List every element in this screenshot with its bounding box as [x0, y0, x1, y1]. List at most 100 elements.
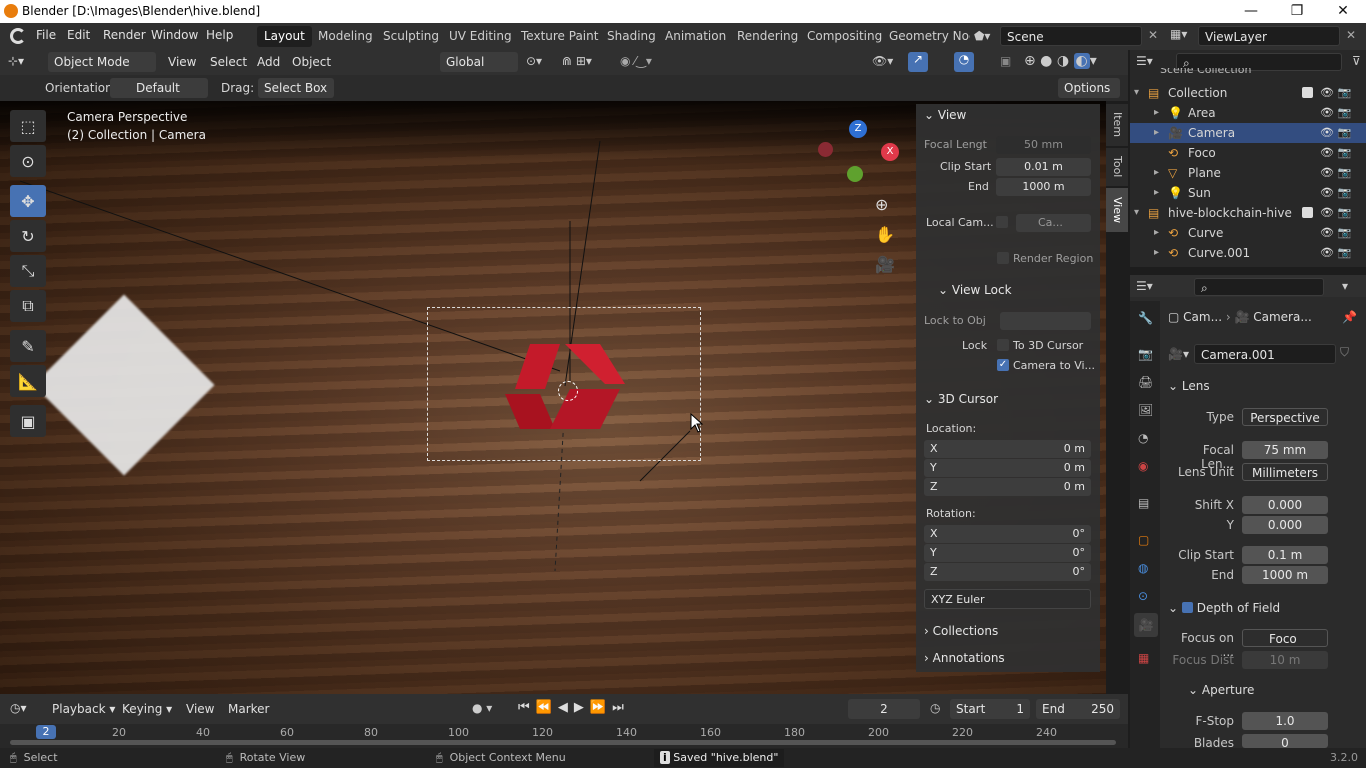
shift-x-field[interactable]: 0.000	[1242, 496, 1328, 514]
playhead[interactable]: 2	[36, 725, 56, 739]
pivot-point-icon[interactable]: ⊙▾	[526, 54, 542, 68]
object-tab-icon[interactable]: ▢	[1138, 533, 1149, 547]
marker-menu[interactable]: Marker	[228, 702, 269, 716]
cursor-rotation-z[interactable]: Z 0°	[924, 563, 1091, 581]
timeline-scrollbar[interactable]	[10, 740, 1116, 745]
3d-cursor-header[interactable]: ⌄ 3D Cursor	[924, 392, 998, 406]
gizmo-y-axis[interactable]	[847, 166, 863, 182]
world-tab-icon[interactable]: ◉	[1138, 459, 1148, 473]
end-frame-field[interactable]: End 250	[1036, 699, 1120, 719]
drag-selector[interactable]: Select Box	[258, 78, 334, 98]
view-lock-header[interactable]: ⌄ View Lock	[938, 283, 1012, 297]
scene-name-field[interactable]: Scene	[1000, 26, 1142, 46]
properties-search-icon[interactable]: ⌕	[1194, 278, 1324, 296]
zoom-icon[interactable]: ⊕	[875, 195, 888, 214]
keying-menu[interactable]: Keying ▾	[122, 702, 172, 716]
expand-arrow-icon[interactable]: ▸	[1154, 243, 1159, 263]
dof-checkbox[interactable]	[1181, 602, 1193, 613]
expand-arrow-icon[interactable]: ▸	[1154, 123, 1159, 143]
proportional-edit-icon[interactable]: ◉ ⁄‿▾	[620, 54, 652, 68]
outliner-row[interactable]: ▸ ⟲ Curve 👁 📷	[1130, 223, 1366, 243]
collection-tab-icon[interactable]: ▤	[1138, 496, 1149, 510]
viewlayer-delete-icon[interactable]: ✕	[1346, 28, 1356, 42]
camera-data-tab-icon[interactable]: 🎥	[1134, 613, 1158, 637]
dof-header[interactable]: ⌄ Depth of Field	[1168, 601, 1280, 615]
viewlayer-name-field[interactable]: ViewLayer	[1198, 26, 1340, 46]
transform-orientation-selector[interactable]: Global	[440, 52, 518, 72]
menu-edit[interactable]: Edit	[67, 28, 90, 42]
preview-range-icon[interactable]: ◷	[930, 701, 940, 715]
expand-arrow-icon[interactable]: ▸	[1154, 223, 1159, 243]
outliner-row[interactable]: ▸ 💡 Area 👁 📷	[1130, 103, 1366, 123]
cursor-rotation-y[interactable]: Y 0°	[924, 544, 1091, 562]
tab-texture-paint[interactable]: Texture Paint	[514, 26, 605, 47]
expand-arrow-icon[interactable]: ▾	[1134, 203, 1139, 223]
overlay-toggle-icon[interactable]: ◔	[954, 52, 974, 72]
playback-controls-icon[interactable]: ⏮⏪◀▶⏩⏭	[518, 700, 630, 715]
collections-header[interactable]: › Collections	[924, 624, 998, 638]
lens-header[interactable]: ⌄ Lens	[1168, 379, 1210, 393]
visibility-icon[interactable]: 👁 📷	[1320, 103, 1351, 123]
playback-menu[interactable]: Playback ▾	[52, 702, 115, 716]
tab-modeling[interactable]: Modeling	[311, 26, 380, 47]
cursor-rotation-x[interactable]: X 0°	[924, 525, 1091, 543]
aperture-header[interactable]: ⌄ Aperture	[1188, 683, 1254, 697]
tool-tab-icon[interactable]: 🔧	[1138, 311, 1153, 325]
tab-animation[interactable]: Animation	[658, 26, 733, 47]
expand-arrow-icon[interactable]: ▸	[1154, 163, 1159, 183]
pan-hand-icon[interactable]: ✋	[875, 225, 895, 244]
tab-rendering[interactable]: Rendering	[730, 26, 805, 47]
cursor-location-y[interactable]: Y 0 m	[924, 459, 1091, 477]
editor-type-icon[interactable]: ⊹▾	[8, 54, 24, 68]
clip-start-field[interactable]: 0.01 m	[996, 158, 1091, 176]
outliner-row[interactable]: ▸ ▽ Plane 👁 📷	[1130, 163, 1366, 183]
collection-checkbox[interactable]	[1302, 87, 1313, 98]
options-dropdown[interactable]: Options	[1058, 78, 1120, 98]
tab-layout[interactable]: Layout	[257, 26, 312, 47]
gizmo-x-axis[interactable]: X	[881, 143, 899, 161]
blades-field[interactable]: 0	[1242, 734, 1328, 748]
orientation-selector[interactable]: Default	[110, 78, 208, 98]
focus-on-field[interactable]: Foco	[1242, 629, 1328, 647]
texture-tab-icon[interactable]: ▦	[1138, 651, 1149, 665]
lock-to-object-field[interactable]	[1000, 312, 1091, 330]
outliner-row[interactable]: ▾ ▤ Collection 👁 📷	[1130, 83, 1366, 103]
current-frame-field[interactable]: 2	[848, 699, 920, 719]
focus-distance-field[interactable]: 10 m	[1242, 651, 1328, 669]
timeline-view-menu[interactable]: View	[186, 702, 214, 716]
properties-options-icon[interactable]: ▾	[1342, 279, 1348, 293]
tab-shading[interactable]: Shading	[600, 26, 663, 47]
fstop-field[interactable]: 1.0	[1242, 712, 1328, 730]
xray-toggle-icon[interactable]: ▣	[1000, 54, 1011, 68]
menu-help[interactable]: Help	[206, 28, 233, 42]
constraints-tab-icon[interactable]: ⊙	[1138, 589, 1148, 603]
clip-end-field[interactable]: 1000 m	[996, 178, 1091, 196]
tab-uv-editing[interactable]: UV Editing	[442, 26, 519, 47]
viewport-menu-object[interactable]: Object	[292, 55, 331, 69]
shift-y-field[interactable]: 0.000	[1242, 516, 1328, 534]
menu-file[interactable]: File	[36, 28, 56, 42]
scene-delete-icon[interactable]: ✕	[1148, 28, 1158, 42]
outliner-row[interactable]: ▸ 💡 Sun 👁 📷	[1130, 183, 1366, 203]
expand-arrow-icon[interactable]: ▾	[1134, 83, 1139, 103]
cursor-location-z[interactable]: Z 0 m	[924, 478, 1091, 496]
blender-menu-icon[interactable]	[10, 28, 26, 44]
visibility-icon[interactable]: 👁 📷	[1320, 143, 1351, 163]
visibility-icon[interactable]: 👁 📷	[1320, 163, 1351, 183]
maximize-button[interactable]: ❐	[1274, 0, 1320, 23]
annotations-header[interactable]: › Annotations	[924, 651, 1005, 665]
tab-sculpting[interactable]: Sculpting	[376, 26, 446, 47]
visibility-icon[interactable]: 👁 📷	[1320, 123, 1351, 143]
expand-arrow-icon[interactable]: ▸	[1154, 103, 1159, 123]
move-tool-icon[interactable]: ✥	[10, 185, 46, 217]
local-camera-checkbox[interactable]	[996, 216, 1008, 228]
add-cube-tool-icon[interactable]: ▣	[10, 405, 46, 437]
visibility-icon[interactable]: 👁 📷	[1320, 203, 1351, 223]
annotate-tool-icon[interactable]: ✎	[10, 330, 46, 362]
npanel-tab-view[interactable]: View	[1106, 188, 1128, 232]
visibility-icon[interactable]: 👁 📷	[1320, 83, 1351, 103]
camera-datablock-field[interactable]: Camera.001	[1194, 344, 1336, 364]
scale-tool-icon[interactable]: ⤡	[10, 255, 46, 287]
close-window-button[interactable]: ✕	[1320, 0, 1366, 23]
visibility-icon[interactable]: 👁 📷	[1320, 223, 1351, 243]
